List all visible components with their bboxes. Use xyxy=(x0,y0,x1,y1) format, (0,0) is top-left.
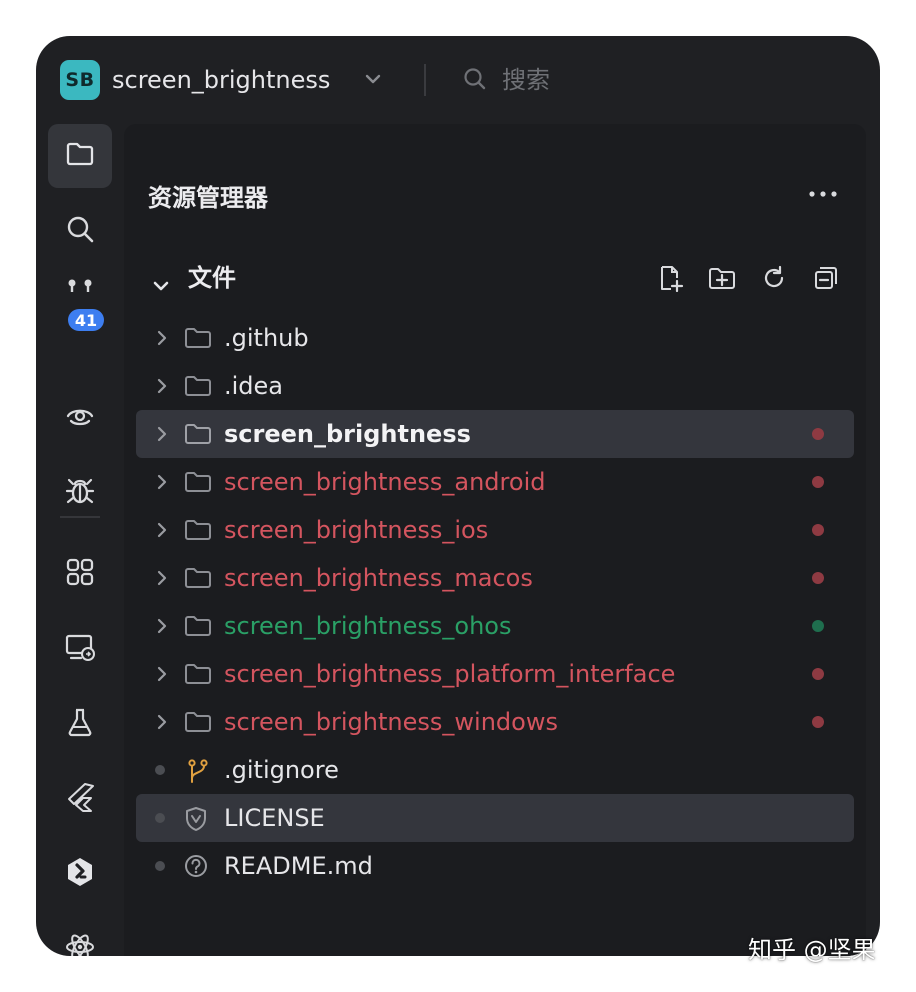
new-folder-icon[interactable] xyxy=(708,264,736,296)
tree-row-folder[interactable]: screen_brightness_platform_interface xyxy=(136,650,854,698)
section-title[interactable]: 文件 xyxy=(188,262,236,294)
tree-row-label: LICENSE xyxy=(224,804,325,832)
tree-row-folder[interactable]: screen_brightness_ios xyxy=(136,506,854,554)
folder-icon xyxy=(184,470,212,498)
folder-icon xyxy=(184,614,212,642)
search-box[interactable]: 搜索 xyxy=(502,64,550,96)
tree-row-label: screen_brightness xyxy=(224,420,471,448)
tree-row-label: screen_brightness_ios xyxy=(224,516,489,544)
activity-divider xyxy=(60,516,100,518)
tree-row-file[interactable]: .gitignore xyxy=(136,746,854,794)
refresh-icon[interactable] xyxy=(760,264,788,296)
shield-icon xyxy=(184,806,212,836)
explorer-panel: 资源管理器 文件 .github .idea screen_brightness… xyxy=(124,124,866,956)
tree-row-label: screen_brightness_platform_interface xyxy=(224,660,676,688)
chevron-right-icon[interactable] xyxy=(152,472,172,496)
source-control-badge: 41 xyxy=(68,309,104,331)
chevron-down-icon[interactable] xyxy=(150,276,172,302)
chevron-down-icon[interactable] xyxy=(362,68,384,94)
chevron-right-icon[interactable] xyxy=(152,328,172,352)
new-file-icon[interactable] xyxy=(656,264,684,296)
flask-icon xyxy=(63,705,97,743)
react-button[interactable] xyxy=(48,917,112,956)
folder-icon xyxy=(184,662,212,690)
tree-row-file[interactable]: README.md xyxy=(136,842,854,890)
tree-row-label: screen_brightness_android xyxy=(224,468,546,496)
search-icon[interactable] xyxy=(462,66,488,96)
folder-icon xyxy=(63,137,97,175)
git-status-dot xyxy=(812,524,824,536)
test-button[interactable] xyxy=(48,692,112,756)
collapse-all-icon[interactable] xyxy=(812,264,840,296)
folder-icon xyxy=(184,422,212,450)
folder-icon xyxy=(184,518,212,546)
folder-icon xyxy=(184,326,212,354)
more-actions-icon[interactable] xyxy=(808,186,838,205)
tree-row-folder[interactable]: screen_brightness xyxy=(136,410,854,458)
remote-device-icon xyxy=(63,630,97,668)
tree-row-label: .github xyxy=(224,324,309,352)
source-control-icon xyxy=(67,278,95,298)
tree-row-folder[interactable]: screen_brightness_ohos xyxy=(136,602,854,650)
chevron-right-icon[interactable] xyxy=(152,520,172,544)
tree-row-label: screen_brightness_macos xyxy=(224,564,533,592)
git-status-dot xyxy=(812,428,824,440)
folder-icon xyxy=(184,710,212,738)
indent-dot xyxy=(155,765,165,775)
remote-device-button[interactable] xyxy=(48,617,112,681)
tree-row-label: screen_brightness_windows xyxy=(224,708,558,736)
indent-dot xyxy=(155,813,165,823)
chevron-right-icon[interactable] xyxy=(152,664,172,688)
tree-row-label: README.md xyxy=(224,852,373,880)
watermark: 知乎 @坚果 xyxy=(748,936,876,964)
explorer-button[interactable] xyxy=(48,124,112,188)
search-view-button[interactable] xyxy=(48,199,112,263)
git-status-dot xyxy=(812,668,824,680)
bug-icon xyxy=(63,474,97,512)
tree-row-folder[interactable]: screen_brightness_android xyxy=(136,458,854,506)
git-status-dot xyxy=(812,572,824,584)
tree-row-folder[interactable]: .github xyxy=(136,314,854,362)
project-name[interactable]: screen_brightness xyxy=(112,64,330,96)
extensions-icon xyxy=(63,555,97,593)
search-icon xyxy=(63,212,97,250)
activity-bar: 41 xyxy=(36,124,124,956)
panel-title: 资源管理器 xyxy=(148,184,268,212)
tree-row-label: .gitignore xyxy=(224,756,339,784)
tree-row-folder[interactable]: screen_brightness_macos xyxy=(136,554,854,602)
git-status-dot xyxy=(812,620,824,632)
tree-row-folder[interactable]: .idea xyxy=(136,362,854,410)
git-status-dot xyxy=(812,716,824,728)
eye-icon xyxy=(63,399,97,437)
extensions-button[interactable] xyxy=(48,542,112,606)
tree-row-file[interactable]: LICENSE xyxy=(136,794,854,842)
chevron-right-icon[interactable] xyxy=(152,424,172,448)
chevron-right-icon[interactable] xyxy=(152,616,172,640)
indent-dot xyxy=(155,861,165,871)
flutter-icon xyxy=(63,780,97,818)
preview-button[interactable] xyxy=(48,386,112,450)
git-branch-icon xyxy=(184,758,212,788)
ide-window: SB screen_brightness 搜索 41 资源管理器 文件 .git… xyxy=(36,36,880,956)
flutter-button[interactable] xyxy=(48,767,112,831)
tree-row-label: screen_brightness_ohos xyxy=(224,612,512,640)
question-circle-icon xyxy=(184,854,212,884)
atom-icon xyxy=(63,930,97,956)
chevron-right-icon[interactable] xyxy=(152,568,172,592)
tree-row-folder[interactable]: screen_brightness_windows xyxy=(136,698,854,746)
folder-icon xyxy=(184,566,212,594)
folder-icon xyxy=(184,374,212,402)
chevron-right-icon[interactable] xyxy=(152,712,172,736)
chevron-right-icon[interactable] xyxy=(152,376,172,400)
harmony-icon xyxy=(63,855,97,893)
harmony-button[interactable] xyxy=(48,842,112,906)
git-status-dot xyxy=(812,476,824,488)
title-divider xyxy=(424,64,426,96)
project-badge[interactable]: SB xyxy=(60,60,100,100)
title-bar: SB screen_brightness 搜索 xyxy=(36,36,880,124)
tree-row-label: .idea xyxy=(224,372,284,400)
